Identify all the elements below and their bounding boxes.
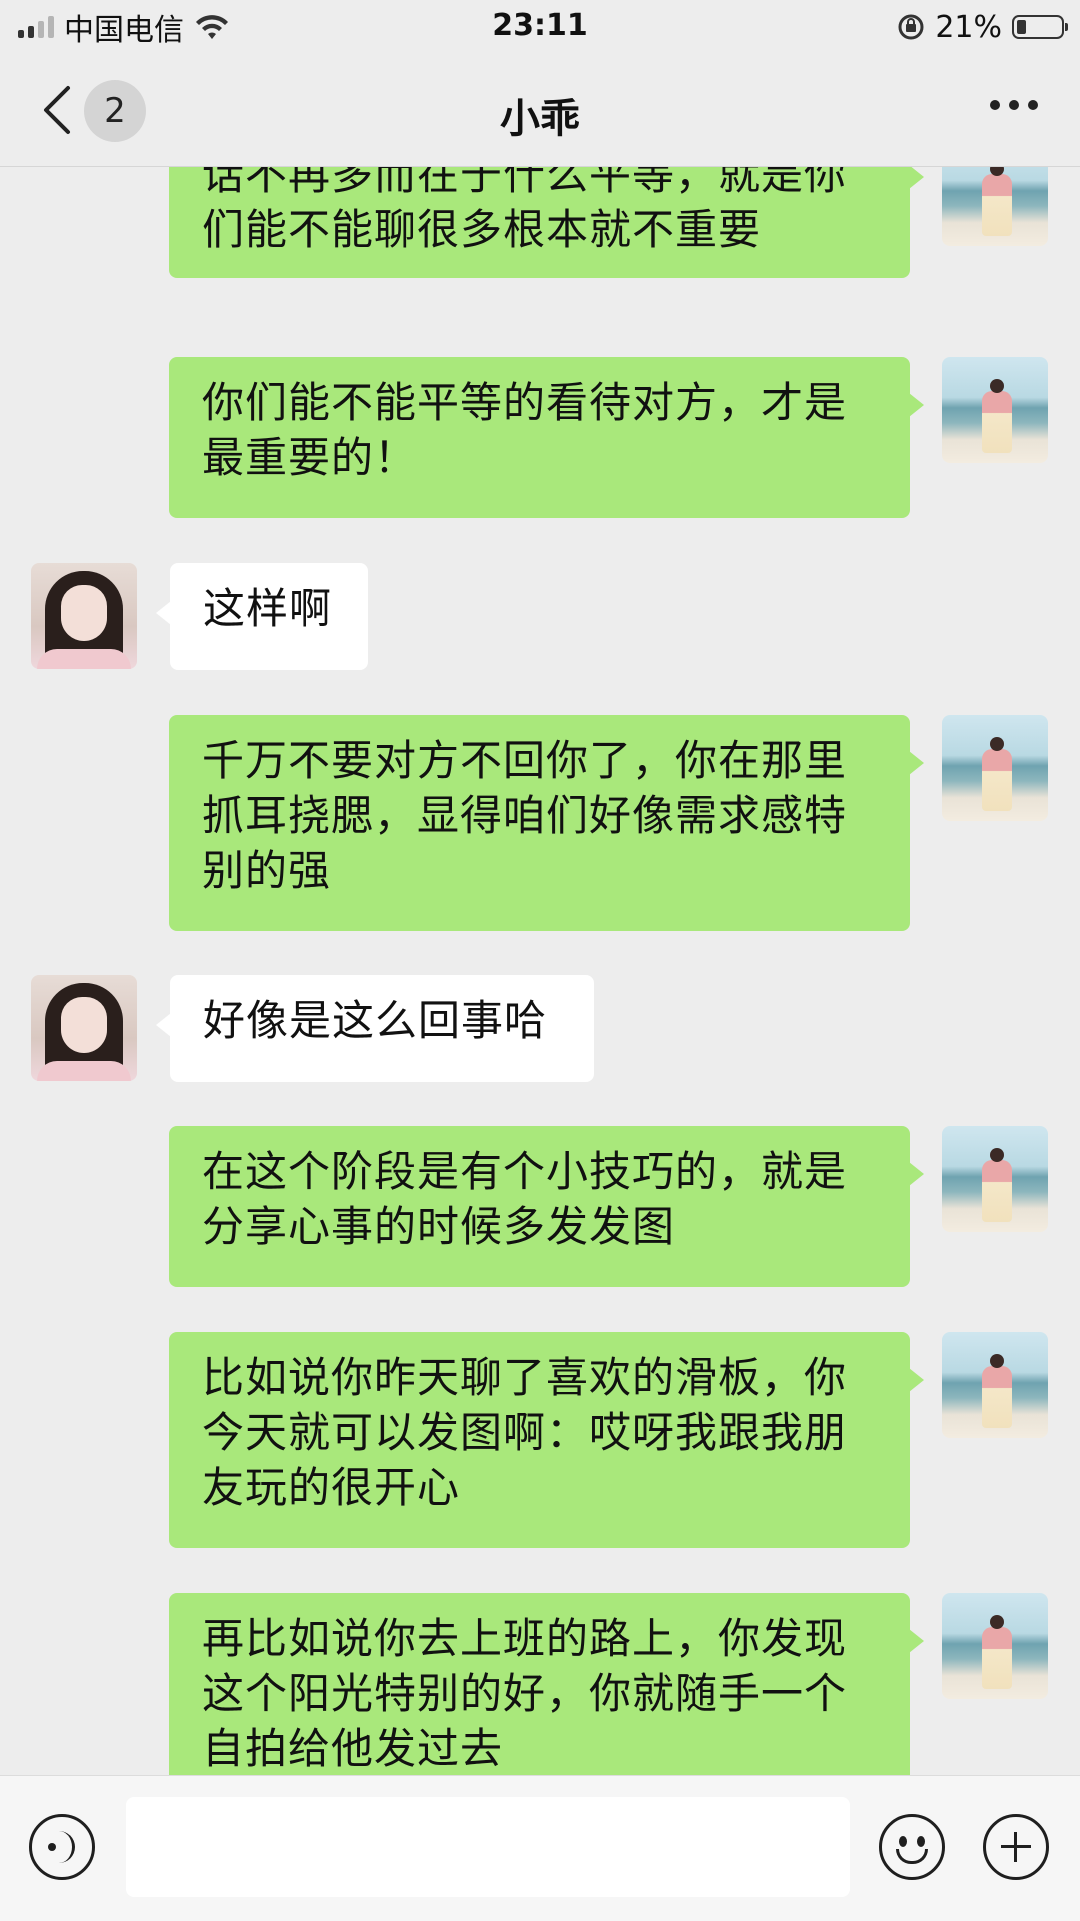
emoji-icon[interactable] — [879, 1814, 945, 1880]
message-text: 比如说你昨天聊了喜欢的滑板，你今天就可以发图啊：哎呀我跟我朋友玩的很开心 — [202, 1353, 848, 1512]
plus-icon[interactable] — [983, 1814, 1049, 1880]
message-bubble[interactable]: 这样啊 — [156, 563, 368, 670]
message-text: 再比如说你去上班的路上，你发现这个阳光特别的好，你就随手一个自拍给他发过去 — [202, 1614, 848, 1773]
message-bubble[interactable]: 你们能不能平等的看待对方，才是最重要的！ — [169, 357, 924, 518]
message-self: 比如说你昨天聊了喜欢的滑板，你今天就可以发图啊：哎呀我跟我朋友玩的很开心 — [0, 1332, 1080, 1548]
avatar-self[interactable] — [942, 715, 1048, 821]
status-bar: 中国电信 23:11 21% — [0, 0, 1080, 54]
avatar-self[interactable] — [942, 167, 1048, 246]
message-text: 在这个阶段是有个小技巧的，就是分享心事的时候多发发图 — [202, 1147, 848, 1251]
message-bubble[interactable]: 比如说你昨天聊了喜欢的滑板，你今天就可以发图啊：哎呀我跟我朋友玩的很开心 — [169, 1332, 924, 1548]
message-input[interactable] — [126, 1797, 850, 1897]
message-self: 再比如说你去上班的路上，你发现这个阳光特别的好，你就随手一个自拍给他发过去 — [0, 1593, 1080, 1775]
message-bubble[interactable]: 再比如说你去上班的路上，你发现这个阳光特别的好，你就随手一个自拍给他发过去 — [169, 1593, 924, 1775]
status-right: 21% — [897, 9, 1068, 45]
message-self: 话不再多而在于什么平等，就是你们能不能聊很多根本就不重要 — [0, 167, 1080, 312]
avatar-contact[interactable] — [31, 975, 137, 1081]
message-text: 千万不要对方不回你了，你在那里抓耳挠腮，显得咱们好像需求感特别的强 — [202, 736, 848, 895]
avatar-self[interactable] — [942, 357, 1048, 463]
more-dots-icon[interactable] — [990, 100, 1038, 110]
chat-title: 小乖 — [500, 96, 580, 142]
avatar-self[interactable] — [942, 1593, 1048, 1699]
battery-icon — [1012, 15, 1068, 39]
rotation-lock-icon — [898, 14, 924, 40]
chat-header: 2 小乖 — [0, 54, 1080, 167]
battery-fill — [1017, 20, 1026, 34]
message-list[interactable]: 话不再多而在于什么平等，就是你们能不能聊很多根本就不重要 你们能不能平等的看待对… — [0, 167, 1080, 1775]
message-self: 在这个阶段是有个小技巧的，就是分享心事的时候多发发图 — [0, 1126, 1080, 1287]
message-text: 你们能不能平等的看待对方，才是最重要的！ — [202, 378, 848, 482]
message-self: 你们能不能平等的看待对方，才是最重要的！ — [0, 357, 1080, 518]
message-self: 千万不要对方不回你了，你在那里抓耳挠腮，显得咱们好像需求感特别的强 — [0, 715, 1080, 931]
battery-percent: 21% — [935, 9, 1002, 45]
input-bar — [0, 1775, 1080, 1921]
message-bubble[interactable]: 在这个阶段是有个小技巧的，就是分享心事的时候多发发图 — [169, 1126, 924, 1287]
message-bubble[interactable]: 话不再多而在于什么平等，就是你们能不能聊很多根本就不重要 — [169, 167, 924, 278]
avatar-self[interactable] — [942, 1126, 1048, 1232]
message-text: 话不再多而在于什么平等，就是你们能不能聊很多根本就不重要 — [202, 167, 848, 254]
message-other: 好像是这么回事哈 — [0, 975, 1080, 1082]
message-bubble[interactable]: 好像是这么回事哈 — [156, 975, 594, 1082]
message-text: 这样啊 — [203, 584, 333, 633]
message-other: 这样啊 — [0, 563, 1080, 670]
voice-icon[interactable] — [29, 1814, 95, 1880]
avatar-self[interactable] — [942, 1332, 1048, 1438]
message-bubble[interactable]: 千万不要对方不回你了，你在那里抓耳挠腮，显得咱们好像需求感特别的强 — [169, 715, 924, 931]
message-text: 好像是这么回事哈 — [203, 996, 548, 1045]
avatar-contact[interactable] — [31, 563, 137, 669]
